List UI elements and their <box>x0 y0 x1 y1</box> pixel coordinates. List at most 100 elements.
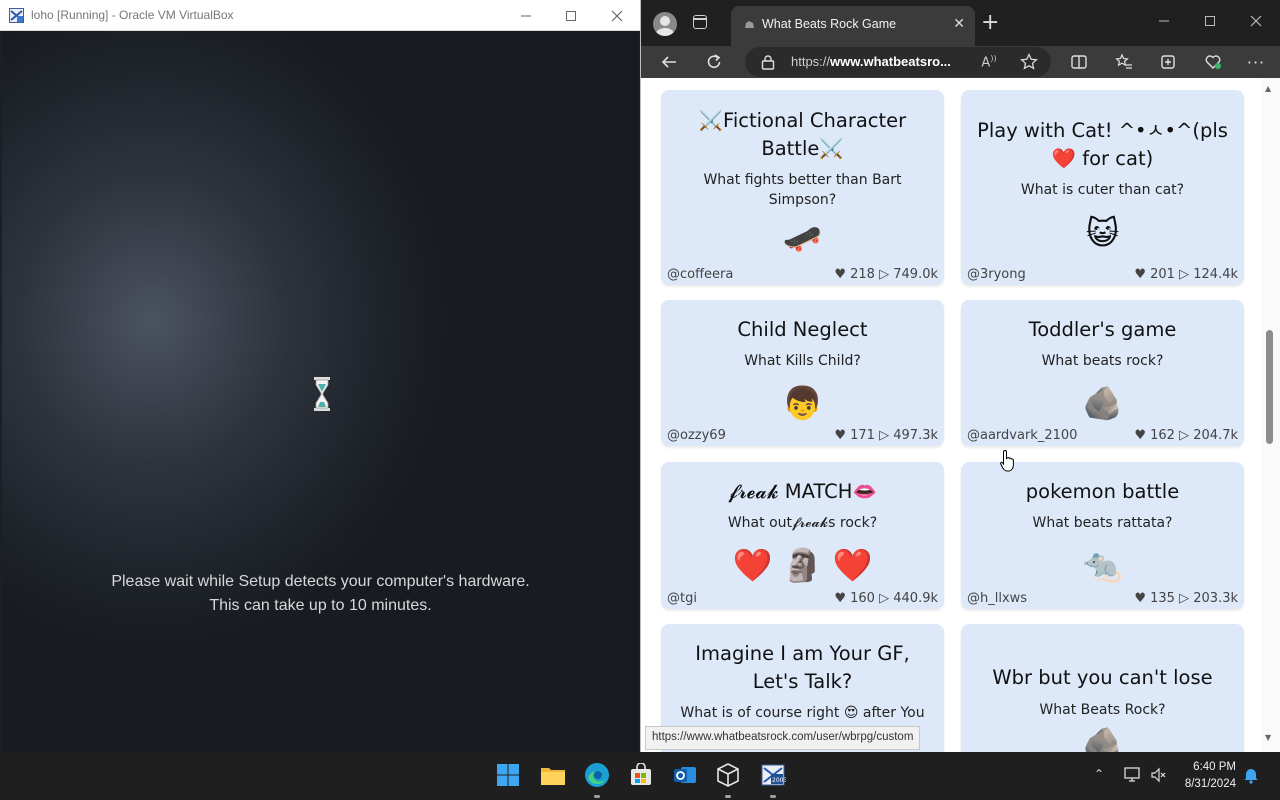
card-emoji-icon: 🐀 <box>1082 546 1123 584</box>
play-count: 440.9k <box>893 591 938 606</box>
url-text: https://www.whatbeatsro... <box>791 54 961 69</box>
url-prefix: https:// <box>791 54 831 69</box>
game-card[interactable]: Play with Cat! ^•ㅅ•^(pls ❤️ for cat) What… <box>961 90 1244 285</box>
game-card[interactable]: Toddler's game What beats rock? 🪨 @aardvark… <box>961 300 1244 446</box>
hourglass-icon <box>314 377 330 411</box>
vbox-window-title: loho [Running] - Oracle VM VirtualBox <box>31 8 234 22</box>
card-subtitle: What Kills Child? <box>744 353 861 369</box>
card-stats: ♥ 135 ▷ 203.3k <box>1134 591 1238 606</box>
card-stats: ♥ 201 ▷ 124.4k <box>1134 267 1238 282</box>
more-icon: ··· <box>1246 52 1266 72</box>
clock-date[interactable]: 8/31/2024 <box>1170 778 1236 790</box>
card-title: ⚔️Fictional Character Battle⚔️ <box>698 109 907 160</box>
game-card[interactable]: ⚔️Fictional Character Battle⚔️ What fight… <box>661 90 944 285</box>
card-subtitle: What fights better than Bart Simpson? <box>703 172 902 208</box>
vm-window-button[interactable]: 2003 <box>758 760 788 790</box>
scroll-up-icon[interactable]: ▲ <box>1265 84 1271 93</box>
card-subtitle: What beats rock? <box>1041 353 1164 369</box>
virtualbox-button[interactable] <box>713 760 743 790</box>
new-tab-button[interactable]: + <box>981 12 999 34</box>
collections-button[interactable] <box>1156 50 1180 74</box>
url-domain: www.whatbeatsro... <box>830 54 951 69</box>
heart-icon: ♥ <box>1134 267 1146 282</box>
vbox-minimize-button[interactable] <box>503 0 549 31</box>
address-bar[interactable]: https://www.whatbeatsro... A)) <box>745 47 1051 77</box>
edge-toolbar: https://www.whatbeatsro... A)) ··· <box>641 46 1280 78</box>
edge-tab-bar: What Beats Rock Game ✕ + <box>641 0 1280 46</box>
read-aloud-button[interactable]: A)) <box>977 50 1001 74</box>
split-screen-button[interactable] <box>1067 50 1091 74</box>
refresh-button[interactable] <box>702 50 726 74</box>
game-card[interactable]: 𝓯𝓻𝓮𝓪𝓴 MATCH👄 What out𝓯𝓻𝓮𝓪𝓴s rock? ❤️ 🗿 ❤️ @… <box>661 462 944 609</box>
favorites-button[interactable] <box>1112 50 1136 74</box>
play-icon: ▷ <box>879 591 890 606</box>
vbox-titlebar[interactable]: loho [Running] - Oracle VM VirtualBox <box>0 0 640 31</box>
edge-minimize-button[interactable] <box>1141 0 1187 42</box>
card-author-link[interactable]: @ozzy69 <box>667 428 726 443</box>
notifications-button[interactable] <box>1243 766 1259 788</box>
play-icon: ▷ <box>1179 428 1190 443</box>
card-emoji-icon: 🛹 <box>782 219 823 257</box>
edge-taskbar-button[interactable] <box>582 760 612 790</box>
card-title: Toddler's game <box>1028 318 1177 341</box>
card-author-link[interactable]: @3ryong <box>967 267 1026 282</box>
heart-icon: ♥ <box>1134 591 1146 606</box>
card-stats: ♥ 162 ▷ 204.7k <box>1134 428 1238 443</box>
back-button[interactable] <box>657 50 681 74</box>
vbox-maximize-button[interactable] <box>548 0 594 31</box>
game-card[interactable]: pokemon battle What beats rattata? 🐀 @h_llx… <box>961 462 1244 609</box>
edge-window: What Beats Rock Game ✕ + https://www.wha… <box>640 0 1280 752</box>
card-emoji-icon: 😺 <box>1085 214 1120 252</box>
start-button[interactable] <box>493 760 523 790</box>
minimize-icon <box>521 15 531 16</box>
card-author-link[interactable]: @h_llxws <box>967 591 1027 606</box>
vm-screen[interactable]: Please wait while Setup detects your com… <box>2 31 639 752</box>
clock-time[interactable]: 6:40 PM <box>1170 761 1236 773</box>
link-status-tooltip: https://www.whatbeatsrock.com/user/wbrpg… <box>645 726 921 750</box>
hand-cursor-icon <box>1000 449 1014 472</box>
scroll-down-icon[interactable]: ▼ <box>1265 733 1271 742</box>
like-count: 201 <box>1150 267 1175 282</box>
store-button[interactable] <box>626 760 656 790</box>
play-icon: ▷ <box>1179 591 1190 606</box>
tab-actions-icon[interactable] <box>693 15 707 29</box>
card-emoji-icon: 🪨 <box>1082 384 1123 422</box>
scroll-thumb[interactable] <box>1266 330 1273 444</box>
show-hidden-icons-chevron-icon[interactable]: ⌃ <box>1094 767 1104 781</box>
settings-more-button[interactable]: ··· <box>1244 50 1268 74</box>
card-author-link[interactable]: @coffeera <box>667 267 733 282</box>
edge-maximize-button[interactable] <box>1187 0 1233 42</box>
read-aloud-icon: A)) <box>981 53 997 71</box>
card-author-link[interactable]: @aardvark_2100 <box>967 428 1077 443</box>
browser-essentials-button[interactable] <box>1201 50 1225 74</box>
outlook-button[interactable] <box>670 760 700 790</box>
profile-avatar[interactable] <box>653 12 677 36</box>
card-author-link[interactable]: @tgi <box>667 591 697 606</box>
card-title: Wbr but you can't lose <box>992 666 1213 689</box>
speaker-icon <box>1151 767 1166 783</box>
heart-icon: ♥ <box>834 428 846 443</box>
edge-close-button[interactable] <box>1233 0 1279 42</box>
svg-text:2003: 2003 <box>772 777 786 784</box>
star-icon <box>1020 53 1038 70</box>
like-count: 218 <box>850 267 875 282</box>
page-scrollbar[interactable]: ▲ ▼ <box>1261 78 1280 752</box>
split-screen-icon <box>1071 55 1087 69</box>
favorite-button[interactable] <box>1017 50 1041 74</box>
play-count: 203.3k <box>1193 591 1238 606</box>
network-icon[interactable] <box>1124 767 1142 787</box>
file-explorer-button[interactable] <box>538 760 568 790</box>
game-card[interactable]: Child Neglect What Kills Child? 👦 @ozzy69 ♥ … <box>661 300 944 446</box>
collections-icon <box>1161 55 1175 69</box>
tab-what-beats-rock[interactable]: What Beats Rock Game ✕ <box>731 6 975 46</box>
card-emoji-icon: 👦 <box>782 384 823 422</box>
maximize-icon <box>1205 16 1215 26</box>
play-count: 124.4k <box>1193 267 1238 282</box>
card-stats: ♥ 160 ▷ 440.9k <box>834 591 938 606</box>
game-card[interactable]: Wbr but you can't lose What Beats Rock? 🪨 <box>961 624 1244 752</box>
volume-muted-icon[interactable] <box>1150 767 1166 787</box>
like-count: 162 <box>1150 428 1175 443</box>
tab-close-icon[interactable]: ✕ <box>953 17 965 31</box>
vbox-close-button[interactable] <box>594 0 640 31</box>
file-explorer-icon <box>541 768 565 785</box>
